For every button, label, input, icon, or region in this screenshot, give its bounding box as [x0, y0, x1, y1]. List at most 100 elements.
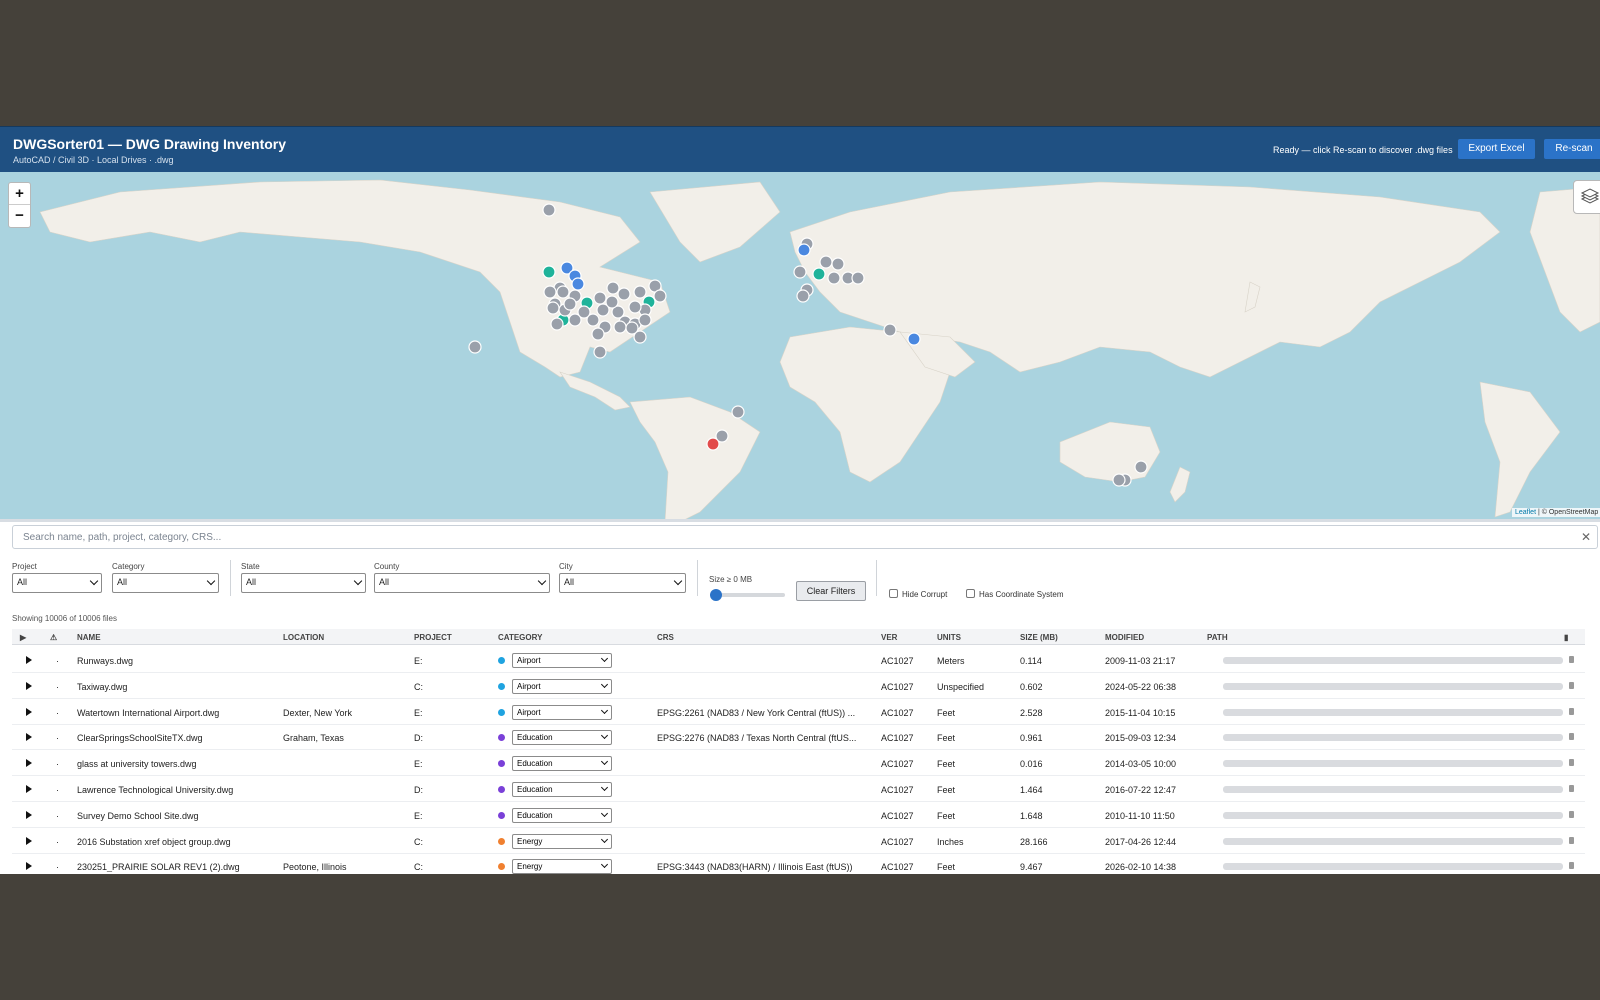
delete-icon[interactable]	[1569, 733, 1574, 741]
col-path[interactable]: PATH	[1207, 633, 1228, 642]
map-marker[interactable]	[797, 243, 811, 257]
map-marker[interactable]	[638, 313, 652, 327]
table-row[interactable]: · ClearSpringsSchoolSiteTX.dwg Graham, Tex…	[12, 725, 1585, 751]
clear-filters-button[interactable]: Clear Filters	[796, 581, 866, 601]
map-marker[interactable]	[617, 287, 631, 301]
category-row-select[interactable]: Airport	[512, 704, 612, 720]
map-marker[interactable]	[628, 300, 642, 314]
map-marker[interactable]	[550, 317, 564, 331]
expand-row-icon[interactable]	[26, 836, 32, 845]
category-select[interactable]: All	[112, 573, 219, 593]
col-name[interactable]: NAME	[77, 633, 101, 642]
table-row[interactable]: · 2016 Substation xref object group.dwg C:…	[12, 829, 1585, 854]
category-row-select[interactable]: Education	[512, 807, 612, 823]
col-units[interactable]: UNITS	[937, 633, 961, 642]
map-marker[interactable]	[591, 327, 605, 341]
map-marker[interactable]	[613, 320, 627, 334]
map-marker[interactable]	[1112, 473, 1126, 487]
city-select[interactable]: All	[559, 573, 686, 593]
expand-row-icon[interactable]	[26, 862, 32, 871]
map-marker[interactable]	[812, 267, 826, 281]
map-marker[interactable]	[543, 285, 557, 299]
has-crs-checkbox[interactable]: Has Coordinate System	[966, 589, 1063, 599]
state-select[interactable]: All	[241, 573, 366, 593]
map-marker[interactable]	[883, 323, 897, 337]
export-excel-button[interactable]: Export Excel	[1458, 139, 1535, 159]
category-row-select[interactable]: Energy	[512, 833, 612, 849]
expand-row-icon[interactable]	[26, 759, 32, 768]
table-row[interactable]: · Survey Demo School Site.dwg E: AC1027 Feet…	[12, 803, 1585, 828]
table-row[interactable]: · glass at university towers.dwg E: AC1027 F…	[12, 751, 1585, 777]
map-marker[interactable]	[793, 265, 807, 279]
category-row-select[interactable]: Education	[512, 782, 612, 797]
table-row[interactable]: · Lawrence Technological University.dwg D:…	[12, 777, 1585, 802]
expand-row-icon[interactable]	[26, 681, 32, 690]
map-marker[interactable]	[577, 305, 591, 319]
map-marker[interactable]	[542, 265, 556, 279]
map-marker[interactable]	[625, 321, 639, 335]
map-marker[interactable]	[606, 281, 620, 295]
map-marker[interactable]	[706, 437, 720, 451]
col-location[interactable]: LOCATION	[283, 633, 324, 642]
expand-row-icon[interactable]	[26, 656, 32, 664]
zoom-in-button[interactable]: +	[9, 183, 30, 205]
col-ver[interactable]: VER	[881, 633, 897, 642]
map-marker[interactable]	[633, 285, 647, 299]
leaflet-link[interactable]: Leaflet	[1515, 509, 1536, 516]
expand-row-icon[interactable]	[26, 707, 32, 716]
expand-row-icon[interactable]	[26, 785, 32, 793]
map-marker[interactable]	[827, 271, 841, 285]
delete-icon[interactable]	[1569, 862, 1574, 870]
col-modified[interactable]: MODIFIED	[1105, 633, 1144, 642]
delete-icon[interactable]	[1569, 707, 1574, 715]
category-row-select[interactable]: Airport	[512, 653, 612, 668]
county-select[interactable]: All	[374, 573, 550, 593]
map-marker[interactable]	[907, 332, 921, 346]
map-marker[interactable]	[819, 255, 833, 269]
size-slider[interactable]	[711, 593, 785, 597]
hide-corrupt-checkbox[interactable]: Hide Corrupt	[889, 589, 947, 599]
delete-icon[interactable]	[1569, 836, 1574, 844]
table-row[interactable]: · Watertown International Airport.dwg Dext…	[12, 700, 1585, 725]
map-marker[interactable]	[605, 295, 619, 309]
delete-icon[interactable]	[1569, 656, 1574, 663]
table-row[interactable]: · 230251_PRAIRIE SOLAR REV1 (2).dwg Peoton…	[12, 854, 1585, 874]
map-marker[interactable]	[796, 289, 810, 303]
map-marker[interactable]	[563, 297, 577, 311]
map-marker[interactable]	[1134, 460, 1148, 474]
map-marker[interactable]	[851, 271, 865, 285]
table-row[interactable]: · Runways.dwg E: AC1027 Meters 0.114 2009-11-0…	[12, 648, 1585, 673]
table-row[interactable]: · Taxiway.dwg C: AC1027 Unspecified 0.602 2024…	[12, 674, 1585, 699]
map-marker[interactable]	[542, 203, 556, 217]
map-marker[interactable]	[831, 257, 845, 271]
map-marker[interactable]	[731, 405, 745, 419]
search-input[interactable]: Search name, path, project, category, CR…	[12, 525, 1598, 549]
map-view[interactable]: + − Leaflet | © OpenStreetMap	[0, 172, 1600, 522]
category-row-select[interactable]: Energy	[512, 859, 612, 874]
expand-row-icon[interactable]	[26, 733, 32, 742]
col-project[interactable]: PROJECT	[414, 633, 452, 642]
clear-search-icon[interactable]: ✕	[1581, 530, 1591, 544]
map-marker[interactable]	[653, 289, 667, 303]
col-category[interactable]: CATEGORY	[498, 633, 542, 642]
layers-icon[interactable]	[1573, 180, 1600, 214]
size-slider-handle[interactable]	[710, 589, 722, 601]
category-row-select[interactable]: Airport	[512, 678, 612, 694]
map-marker[interactable]	[546, 301, 560, 315]
map-marker[interactable]	[593, 291, 607, 305]
delete-icon[interactable]	[1569, 810, 1574, 818]
map-marker[interactable]	[468, 340, 482, 354]
zoom-out-button[interactable]: −	[9, 205, 30, 227]
delete-icon[interactable]	[1569, 681, 1574, 689]
delete-icon[interactable]	[1569, 759, 1574, 767]
category-row-select[interactable]: Education	[512, 756, 612, 772]
delete-icon[interactable]	[1569, 785, 1574, 792]
rescan-button[interactable]: Re-scan	[1544, 139, 1600, 159]
map-marker[interactable]	[556, 285, 570, 299]
col-size[interactable]: SIZE (MB)	[1020, 633, 1058, 642]
category-row-select[interactable]: Education	[512, 730, 612, 746]
expand-all-icon[interactable]: ▶	[20, 633, 26, 642]
expand-row-icon[interactable]	[26, 810, 32, 819]
map-marker[interactable]	[571, 277, 585, 291]
col-crs[interactable]: CRS	[657, 633, 674, 642]
